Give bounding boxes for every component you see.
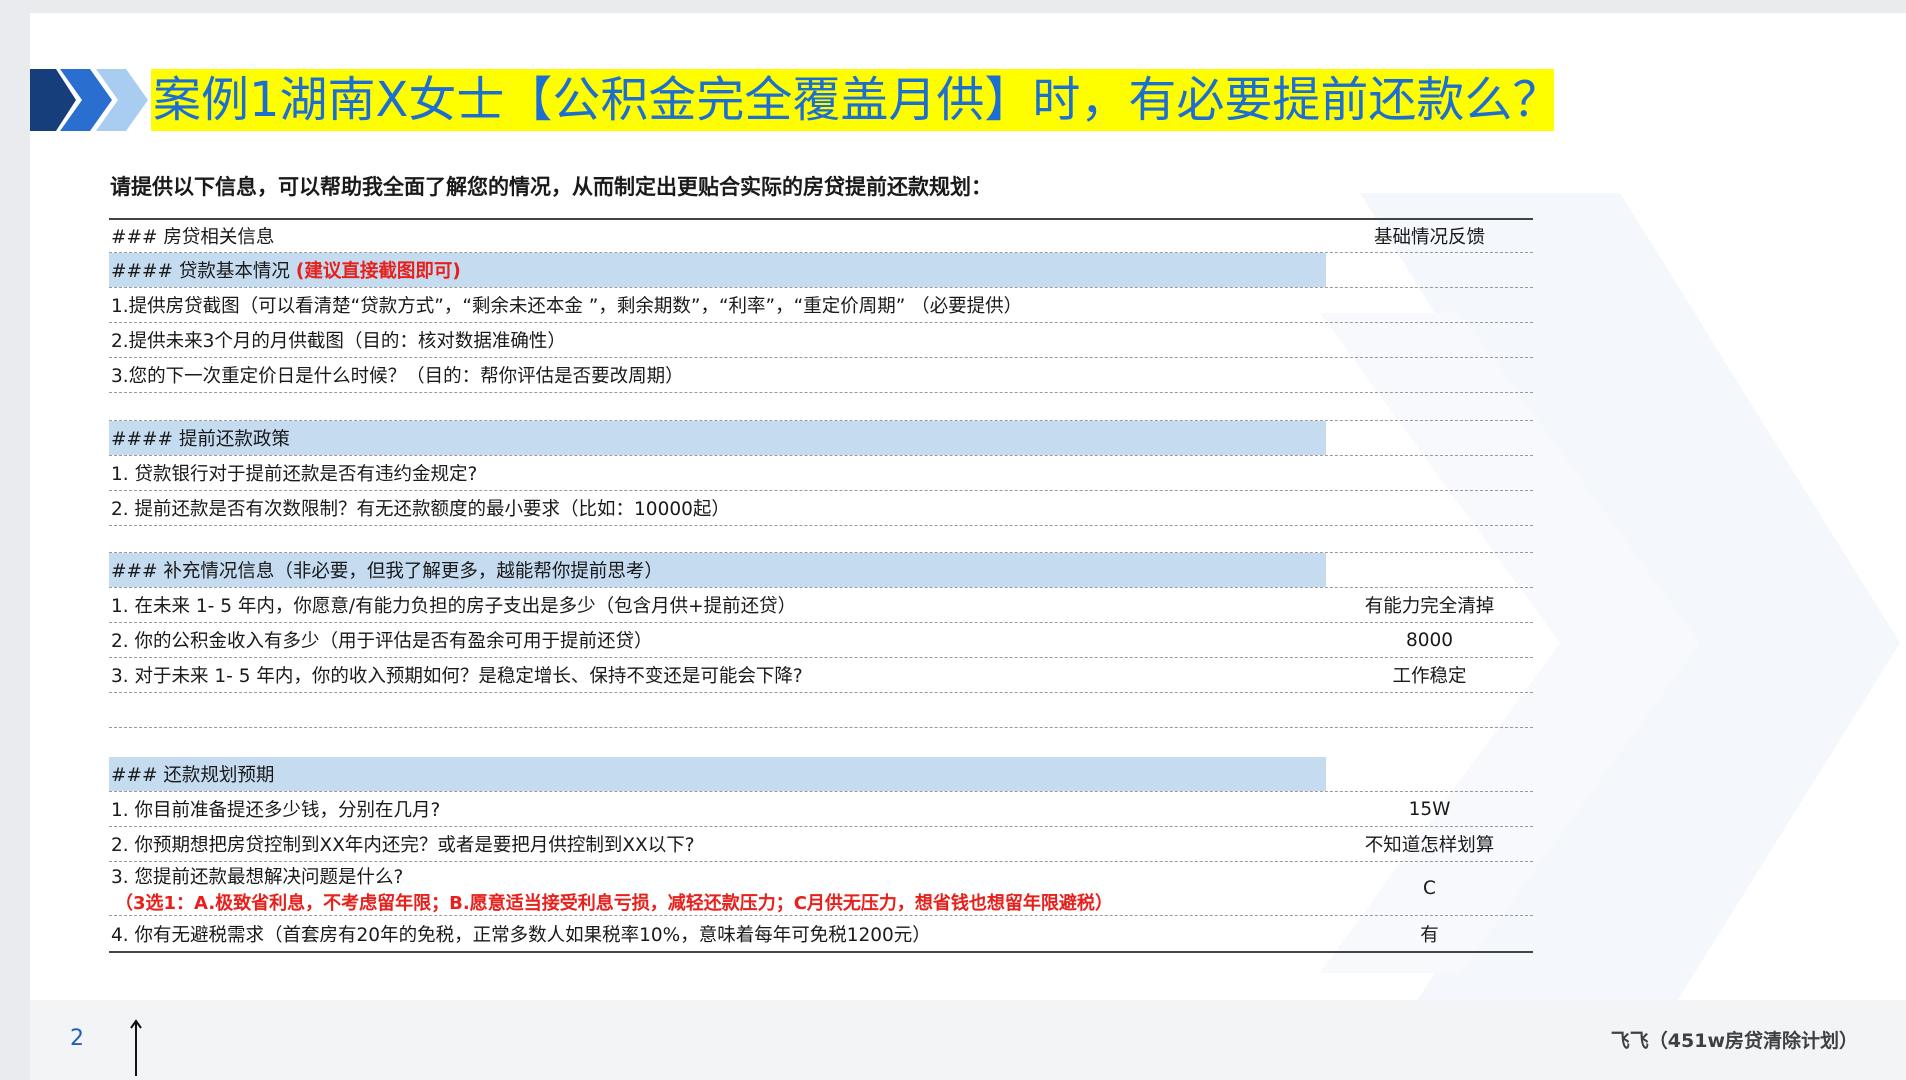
- slide: 案例1湖南X女士【公积金完全覆盖月供】时，有必要提前还款么？ 请提供以下信息，可…: [30, 13, 1906, 1080]
- row-answer: [1326, 456, 1533, 490]
- spacer-row: [109, 526, 1533, 553]
- row-question: 3. 对于未来 1- 5 年内，你的收入预期如何？是稳定增长、保持不变还是可能会…: [111, 666, 803, 687]
- row-question: 1. 在未来 1- 5 年内，你愿意/有能力负担的房子支出是多少（包含月供+提前…: [111, 596, 797, 617]
- section-heading-text: #### 贷款基本情况: [111, 261, 290, 282]
- row-question: 1.提供房贷截图（可以看清楚“贷款方式”，“剩余未还本金 ”，剩余期数”，“利率…: [111, 296, 1023, 317]
- row-question: 2. 提前还款是否有次数限制？有无还款额度的最小要求（比如：10000起）: [111, 499, 730, 520]
- row-question: 2. 你的公积金收入有多少（用于评估是否有盈余可用于提前还贷）: [111, 631, 653, 652]
- table-row: 3. 您提前还款最想解决问题是什么? （3选1：A.极致省利息，不考虑留年限；B…: [109, 862, 1533, 916]
- table-bottom-rule: [109, 951, 1533, 953]
- section-heading-prepayment-policy: #### 提前还款政策: [109, 421, 1533, 456]
- section-heading-text: ### 还款规划预期: [109, 757, 1326, 791]
- section-heading-supplementary: ### 补充情况信息（非必要，但我了解更多，越能帮你提前思考）: [109, 553, 1533, 588]
- row-answer: [1326, 323, 1533, 357]
- row-question: 1. 贷款银行对于提前还款是否有违约金规定?: [111, 464, 478, 485]
- table-row: 4. 你有无避税需求（首套房有20年的免税，正常多数人如果税率10%，意味着每年…: [109, 916, 1533, 951]
- table-row: 1. 在未来 1- 5 年内，你愿意/有能力负担的房子支出是多少（包含月供+提前…: [109, 588, 1533, 623]
- row-answer: 工作稳定: [1392, 666, 1467, 687]
- row-answer: 8000: [1405, 629, 1454, 651]
- table-header-row: ### 房贷相关信息 基础情况反馈: [109, 220, 1533, 253]
- info-table: ### 房贷相关信息 基础情况反馈 #### 贷款基本情况 (建议直接截图即可)…: [109, 218, 1533, 953]
- table-row: 2. 提前还款是否有次数限制？有无还款额度的最小要求（比如：10000起）: [109, 491, 1533, 526]
- row-question: 3. 您提前还款最想解决问题是什么?: [111, 866, 404, 888]
- spacer-row: [109, 693, 1533, 728]
- row-answer: 有能力完全清掉: [1364, 596, 1495, 617]
- row-answer: [1326, 358, 1533, 392]
- row-question: 3.您的下一次重定价日是什么时候？（目的：帮你评估是否要改周期）: [111, 366, 684, 387]
- row-answer: C: [1423, 878, 1436, 899]
- table-row: 2. 你的公积金收入有多少（用于评估是否有盈余可用于提前还贷） 8000: [109, 623, 1533, 658]
- section-heading-text: #### 提前还款政策: [109, 421, 1326, 455]
- section-heading-note: (建议直接截图即可): [295, 261, 461, 282]
- table-row: 1. 贷款银行对于提前还款是否有违约金规定?: [109, 456, 1533, 491]
- row-question: 1. 你目前准备提还多少钱，分别在几月?: [111, 800, 441, 821]
- section-heading-loan-basics: #### 贷款基本情况 (建议直接截图即可): [109, 253, 1533, 288]
- row-question-note: （3选1：A.极致省利息，不考虑留年限；B.愿意适当接受利息亏损，减轻还款压力；…: [115, 892, 1113, 914]
- row-answer: 有: [1420, 924, 1439, 946]
- table-row: 1.提供房贷截图（可以看清楚“贷款方式”，“剩余未还本金 ”，剩余期数”，“利率…: [109, 288, 1533, 323]
- spacer-row: [109, 393, 1533, 421]
- spacer-row: [109, 728, 1533, 757]
- header-left: ### 房贷相关信息: [111, 227, 275, 248]
- row-answer: 不知道怎样划算: [1364, 835, 1495, 856]
- table-row: 3. 对于未来 1- 5 年内，你的收入预期如何？是稳定增长、保持不变还是可能会…: [109, 658, 1533, 693]
- section-heading-text: ### 补充情况信息（非必要，但我了解更多，越能帮你提前思考）: [109, 553, 1326, 587]
- text-cursor-icon: [130, 1019, 142, 1076]
- footer-author: 飞飞（451w房贷清除计划）: [1610, 1030, 1858, 1052]
- section-heading-repayment-plan: ### 还款规划预期: [109, 757, 1533, 792]
- row-answer: [1326, 288, 1533, 322]
- title-chevrons-icon: [30, 69, 148, 131]
- row-answer: [1326, 491, 1533, 525]
- page-title: 案例1湖南X女士【公积金完全覆盖月供】时，有必要提前还款么？: [153, 72, 1561, 128]
- table-row: 1. 你目前准备提还多少钱，分别在几月? 15W: [109, 792, 1533, 827]
- page-subtitle: 请提供以下信息，可以帮助我全面了解您的情况，从而制定出更贴合实际的房贷提前还款规…: [110, 175, 992, 199]
- table-row: 2.提供未来3个月的月供截图（目的：核对数据准确性）: [109, 323, 1533, 358]
- row-question: 2. 你预期想把房贷控制到XX年内还完？或者是要把月供控制到XX以下?: [111, 835, 695, 856]
- row-answer: 15W: [1408, 798, 1451, 820]
- header-right: 基础情况反馈: [1373, 227, 1485, 248]
- row-question: 4. 你有无避税需求（首套房有20年的免税，正常多数人如果税率10%，意味着每年…: [111, 924, 931, 946]
- row-question: 2.提供未来3个月的月供截图（目的：核对数据准确性）: [111, 331, 566, 352]
- table-row: 2. 你预期想把房贷控制到XX年内还完？或者是要把月供控制到XX以下? 不知道怎…: [109, 827, 1533, 862]
- page-number: 2: [70, 1026, 84, 1051]
- table-row: 3.您的下一次重定价日是什么时候？（目的：帮你评估是否要改周期）: [109, 358, 1533, 393]
